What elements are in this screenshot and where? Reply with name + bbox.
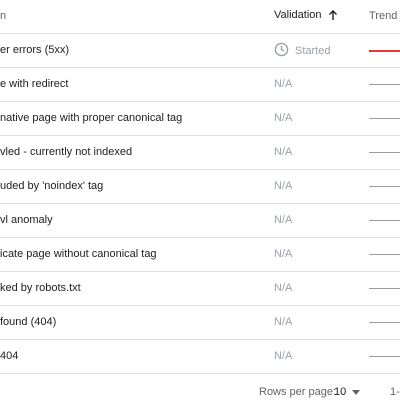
row-validation-text: N/A [274,112,293,124]
table-row[interactable]: vl anomaly N/A [0,204,400,238]
row-trend-sparkline [369,50,400,52]
row-reason: native page with proper canonical tag [0,112,183,124]
row-validation: N/A [274,112,292,124]
row-validation: N/A [274,282,292,294]
row-validation: N/A [274,248,292,260]
row-trend-sparkline [369,84,400,85]
caret-down-icon[interactable] [352,390,360,395]
row-validation: N/A [274,350,292,362]
rows-per-page-label: Rows per page: [259,386,337,398]
row-validation-text: N/A [274,350,293,362]
table-pagination: Rows per page: 10 1-1 [0,372,400,400]
row-trend-sparkline [369,254,400,255]
column-header-validation[interactable]: Validation [274,9,338,21]
row-reason: icate page without canonical tag [0,248,157,260]
row-trend-sparkline [369,152,400,153]
row-reason: e with redirect [0,78,69,90]
row-reason: ked by robots.txt [0,282,81,294]
row-validation: Started [274,42,331,57]
row-reason: 404 [0,350,19,362]
row-trend-sparkline [369,118,400,119]
row-validation: N/A [274,214,292,226]
table-row[interactable]: e with redirect N/A [0,68,400,102]
table-row[interactable]: icate page without canonical tag N/A [0,238,400,272]
row-validation: N/A [274,146,292,158]
table-row[interactable]: native page with proper canonical tag N/A [0,102,400,136]
row-validation-text: N/A [274,78,293,90]
table-row[interactable]: uded by 'noindex' tag N/A [0,170,400,204]
table-row[interactable]: 404 N/A [0,340,400,374]
row-validation: N/A [274,316,292,328]
row-reason: vl anomaly [0,214,53,226]
row-validation-text: N/A [274,282,293,294]
row-reason: er errors (5xx) [0,44,70,56]
row-trend-sparkline [369,356,400,357]
table-row[interactable]: vled - currently not indexed N/A [0,136,400,170]
row-reason: uded by 'noindex' tag [0,180,104,192]
table-row[interactable]: er errors (5xx) Started [0,34,400,68]
column-header-trend[interactable]: Trend [369,10,397,22]
row-validation: N/A [274,180,292,192]
row-validation-text: N/A [274,248,293,260]
row-validation-text: N/A [274,146,293,158]
row-reason: vled - currently not indexed [0,146,133,158]
row-validation-text: Started [295,44,331,57]
pagination-range: 1-1 [390,386,400,398]
row-validation: N/A [274,78,292,90]
table-row[interactable]: found (404) N/A [0,306,400,340]
rows-per-page-select[interactable]: 10 [334,386,346,398]
row-validation-text: N/A [274,180,293,192]
row-validation-text: N/A [274,316,293,328]
row-trend-sparkline [369,288,400,289]
table-row[interactable]: ked by robots.txt N/A [0,272,400,306]
column-header-validation-label: Validation [274,9,322,21]
row-trend-sparkline [369,220,400,221]
row-reason: found (404) [0,316,57,328]
row-trend-sparkline [369,186,400,187]
clock-icon [274,42,289,57]
table-header: n Validation Trend [0,0,400,34]
sort-ascending-icon [328,10,337,20]
row-trend-sparkline [369,322,400,323]
column-header-reason[interactable]: n [0,10,6,22]
row-validation-text: N/A [274,214,293,226]
